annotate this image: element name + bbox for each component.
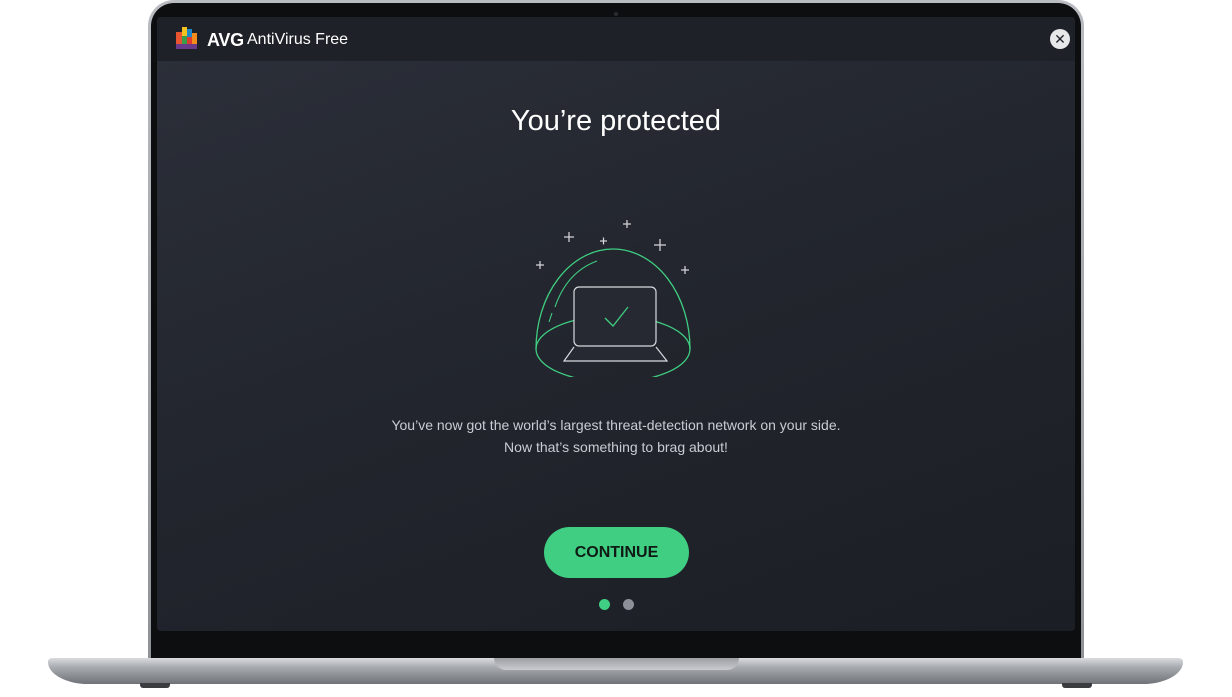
page-dot-1-active[interactable] — [599, 599, 610, 610]
laptop-lid: AVG AntiVirus Free ✕ You’re protected Yo… — [148, 0, 1084, 664]
description-line-2: Now that’s something to brag about! — [504, 438, 728, 455]
pagination-dots — [599, 599, 639, 611]
close-button[interactable]: ✕ — [1050, 29, 1070, 49]
avg-logo-icon — [176, 27, 197, 49]
page-title: You’re protected — [510, 105, 722, 137]
brand-name: AVG — [207, 30, 244, 50]
app-window: AVG AntiVirus Free ✕ You’re protected Yo… — [157, 17, 1075, 631]
laptop-bezel: AVG AntiVirus Free ✕ You’re protected Yo… — [151, 3, 1081, 664]
laptop-foot-left — [140, 683, 170, 688]
app-title: AntiVirus Free — [247, 31, 349, 48]
continue-button[interactable]: CONTINUE — [544, 527, 689, 578]
laptop-foot-right — [1062, 683, 1092, 688]
title-bar: AVG AntiVirus Free ✕ — [157, 17, 1075, 61]
camera-icon — [614, 12, 618, 16]
laptop-notch — [494, 658, 739, 670]
description-line-1: You’ve now got the world’s largest threa… — [391, 417, 841, 433]
laptop-base — [48, 658, 1183, 684]
protected-laptop-dome-icon — [535, 220, 691, 377]
close-icon: ✕ — [1054, 31, 1066, 47]
laptop-mockup: AVG AntiVirus Free ✕ You’re protected Yo… — [0, 0, 1232, 697]
page-dot-2[interactable] — [623, 599, 634, 610]
description: You’ve now got the world’s largest threa… — [157, 415, 1075, 458]
